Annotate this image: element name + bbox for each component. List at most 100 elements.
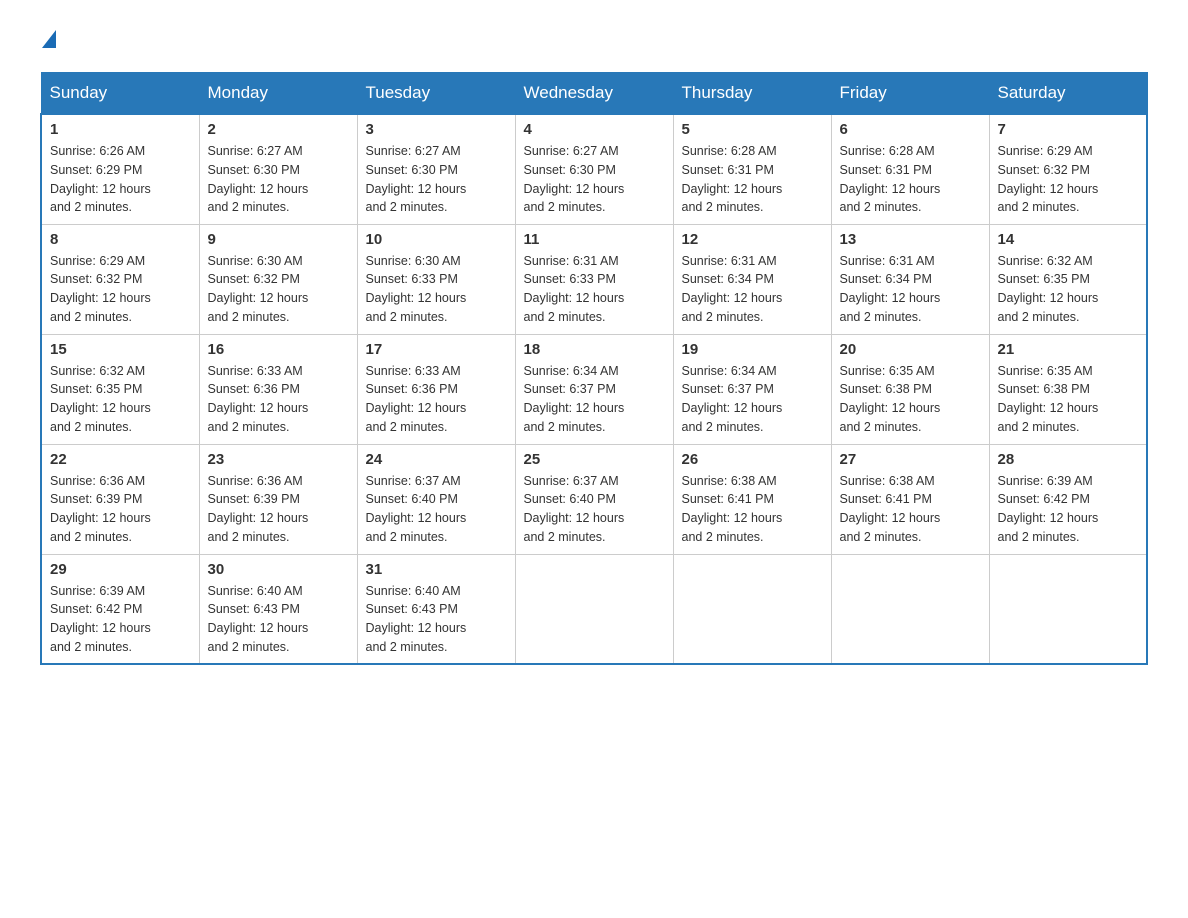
day-info: Sunrise: 6:35 AMSunset: 6:38 PMDaylight:… — [998, 364, 1099, 434]
column-header-friday: Friday — [831, 73, 989, 115]
day-info: Sunrise: 6:34 AMSunset: 6:37 PMDaylight:… — [682, 364, 783, 434]
calendar-week-row: 22 Sunrise: 6:36 AMSunset: 6:39 PMDaylig… — [41, 444, 1147, 554]
day-info: Sunrise: 6:29 AMSunset: 6:32 PMDaylight:… — [998, 144, 1099, 214]
day-number: 19 — [682, 341, 823, 358]
day-info: Sunrise: 6:26 AMSunset: 6:29 PMDaylight:… — [50, 144, 151, 214]
calendar-cell — [989, 554, 1147, 664]
day-number: 28 — [998, 451, 1139, 468]
day-number: 2 — [208, 121, 349, 138]
calendar-cell: 30 Sunrise: 6:40 AMSunset: 6:43 PMDaylig… — [199, 554, 357, 664]
day-info: Sunrise: 6:35 AMSunset: 6:38 PMDaylight:… — [840, 364, 941, 434]
calendar-cell: 28 Sunrise: 6:39 AMSunset: 6:42 PMDaylig… — [989, 444, 1147, 554]
day-info: Sunrise: 6:34 AMSunset: 6:37 PMDaylight:… — [524, 364, 625, 434]
day-number: 16 — [208, 341, 349, 358]
calendar-cell: 5 Sunrise: 6:28 AMSunset: 6:31 PMDayligh… — [673, 114, 831, 224]
day-number: 1 — [50, 121, 191, 138]
column-header-wednesday: Wednesday — [515, 73, 673, 115]
calendar-week-row: 29 Sunrise: 6:39 AMSunset: 6:42 PMDaylig… — [41, 554, 1147, 664]
calendar-cell: 16 Sunrise: 6:33 AMSunset: 6:36 PMDaylig… — [199, 334, 357, 444]
calendar-cell: 1 Sunrise: 6:26 AMSunset: 6:29 PMDayligh… — [41, 114, 199, 224]
calendar-cell: 22 Sunrise: 6:36 AMSunset: 6:39 PMDaylig… — [41, 444, 199, 554]
day-number: 30 — [208, 561, 349, 578]
calendar-cell — [515, 554, 673, 664]
page-header — [40, 30, 1148, 52]
calendar-cell: 14 Sunrise: 6:32 AMSunset: 6:35 PMDaylig… — [989, 224, 1147, 334]
calendar-cell: 21 Sunrise: 6:35 AMSunset: 6:38 PMDaylig… — [989, 334, 1147, 444]
day-number: 23 — [208, 451, 349, 468]
calendar-cell: 2 Sunrise: 6:27 AMSunset: 6:30 PMDayligh… — [199, 114, 357, 224]
day-info: Sunrise: 6:32 AMSunset: 6:35 PMDaylight:… — [50, 364, 151, 434]
day-info: Sunrise: 6:37 AMSunset: 6:40 PMDaylight:… — [366, 474, 467, 544]
day-number: 4 — [524, 121, 665, 138]
day-info: Sunrise: 6:33 AMSunset: 6:36 PMDaylight:… — [208, 364, 309, 434]
calendar-cell: 15 Sunrise: 6:32 AMSunset: 6:35 PMDaylig… — [41, 334, 199, 444]
calendar-cell: 9 Sunrise: 6:30 AMSunset: 6:32 PMDayligh… — [199, 224, 357, 334]
calendar-cell: 17 Sunrise: 6:33 AMSunset: 6:36 PMDaylig… — [357, 334, 515, 444]
calendar-cell: 12 Sunrise: 6:31 AMSunset: 6:34 PMDaylig… — [673, 224, 831, 334]
calendar-week-row: 8 Sunrise: 6:29 AMSunset: 6:32 PMDayligh… — [41, 224, 1147, 334]
day-number: 22 — [50, 451, 191, 468]
day-number: 5 — [682, 121, 823, 138]
calendar-table: SundayMondayTuesdayWednesdayThursdayFrid… — [40, 72, 1148, 665]
day-info: Sunrise: 6:37 AMSunset: 6:40 PMDaylight:… — [524, 474, 625, 544]
calendar-cell: 29 Sunrise: 6:39 AMSunset: 6:42 PMDaylig… — [41, 554, 199, 664]
day-number: 12 — [682, 231, 823, 248]
calendar-cell: 20 Sunrise: 6:35 AMSunset: 6:38 PMDaylig… — [831, 334, 989, 444]
day-info: Sunrise: 6:38 AMSunset: 6:41 PMDaylight:… — [840, 474, 941, 544]
day-info: Sunrise: 6:27 AMSunset: 6:30 PMDaylight:… — [208, 144, 309, 214]
day-info: Sunrise: 6:39 AMSunset: 6:42 PMDaylight:… — [50, 584, 151, 654]
column-header-sunday: Sunday — [41, 73, 199, 115]
day-info: Sunrise: 6:28 AMSunset: 6:31 PMDaylight:… — [682, 144, 783, 214]
day-number: 6 — [840, 121, 981, 138]
calendar-cell: 19 Sunrise: 6:34 AMSunset: 6:37 PMDaylig… — [673, 334, 831, 444]
calendar-week-row: 15 Sunrise: 6:32 AMSunset: 6:35 PMDaylig… — [41, 334, 1147, 444]
column-header-saturday: Saturday — [989, 73, 1147, 115]
day-info: Sunrise: 6:40 AMSunset: 6:43 PMDaylight:… — [208, 584, 309, 654]
day-number: 10 — [366, 231, 507, 248]
calendar-cell: 18 Sunrise: 6:34 AMSunset: 6:37 PMDaylig… — [515, 334, 673, 444]
calendar-cell: 31 Sunrise: 6:40 AMSunset: 6:43 PMDaylig… — [357, 554, 515, 664]
logo — [40, 30, 56, 52]
day-number: 21 — [998, 341, 1139, 358]
day-number: 25 — [524, 451, 665, 468]
day-number: 20 — [840, 341, 981, 358]
calendar-week-row: 1 Sunrise: 6:26 AMSunset: 6:29 PMDayligh… — [41, 114, 1147, 224]
day-info: Sunrise: 6:31 AMSunset: 6:34 PMDaylight:… — [840, 254, 941, 324]
day-number: 8 — [50, 231, 191, 248]
day-number: 14 — [998, 231, 1139, 248]
calendar-cell: 6 Sunrise: 6:28 AMSunset: 6:31 PMDayligh… — [831, 114, 989, 224]
day-number: 27 — [840, 451, 981, 468]
calendar-cell: 8 Sunrise: 6:29 AMSunset: 6:32 PMDayligh… — [41, 224, 199, 334]
day-number: 7 — [998, 121, 1139, 138]
calendar-cell: 3 Sunrise: 6:27 AMSunset: 6:30 PMDayligh… — [357, 114, 515, 224]
calendar-header-row: SundayMondayTuesdayWednesdayThursdayFrid… — [41, 73, 1147, 115]
calendar-cell: 10 Sunrise: 6:30 AMSunset: 6:33 PMDaylig… — [357, 224, 515, 334]
calendar-cell: 24 Sunrise: 6:37 AMSunset: 6:40 PMDaylig… — [357, 444, 515, 554]
day-info: Sunrise: 6:38 AMSunset: 6:41 PMDaylight:… — [682, 474, 783, 544]
column-header-monday: Monday — [199, 73, 357, 115]
calendar-cell: 27 Sunrise: 6:38 AMSunset: 6:41 PMDaylig… — [831, 444, 989, 554]
day-number: 9 — [208, 231, 349, 248]
day-number: 24 — [366, 451, 507, 468]
day-number: 13 — [840, 231, 981, 248]
day-number: 18 — [524, 341, 665, 358]
calendar-cell: 7 Sunrise: 6:29 AMSunset: 6:32 PMDayligh… — [989, 114, 1147, 224]
day-info: Sunrise: 6:27 AMSunset: 6:30 PMDaylight:… — [366, 144, 467, 214]
day-info: Sunrise: 6:27 AMSunset: 6:30 PMDaylight:… — [524, 144, 625, 214]
column-header-thursday: Thursday — [673, 73, 831, 115]
day-number: 31 — [366, 561, 507, 578]
day-number: 17 — [366, 341, 507, 358]
day-number: 26 — [682, 451, 823, 468]
calendar-cell: 11 Sunrise: 6:31 AMSunset: 6:33 PMDaylig… — [515, 224, 673, 334]
day-number: 29 — [50, 561, 191, 578]
day-number: 3 — [366, 121, 507, 138]
day-info: Sunrise: 6:40 AMSunset: 6:43 PMDaylight:… — [366, 584, 467, 654]
calendar-cell: 4 Sunrise: 6:27 AMSunset: 6:30 PMDayligh… — [515, 114, 673, 224]
day-info: Sunrise: 6:36 AMSunset: 6:39 PMDaylight:… — [50, 474, 151, 544]
day-info: Sunrise: 6:28 AMSunset: 6:31 PMDaylight:… — [840, 144, 941, 214]
calendar-cell: 26 Sunrise: 6:38 AMSunset: 6:41 PMDaylig… — [673, 444, 831, 554]
calendar-cell: 23 Sunrise: 6:36 AMSunset: 6:39 PMDaylig… — [199, 444, 357, 554]
calendar-cell: 13 Sunrise: 6:31 AMSunset: 6:34 PMDaylig… — [831, 224, 989, 334]
calendar-cell: 25 Sunrise: 6:37 AMSunset: 6:40 PMDaylig… — [515, 444, 673, 554]
calendar-cell — [673, 554, 831, 664]
